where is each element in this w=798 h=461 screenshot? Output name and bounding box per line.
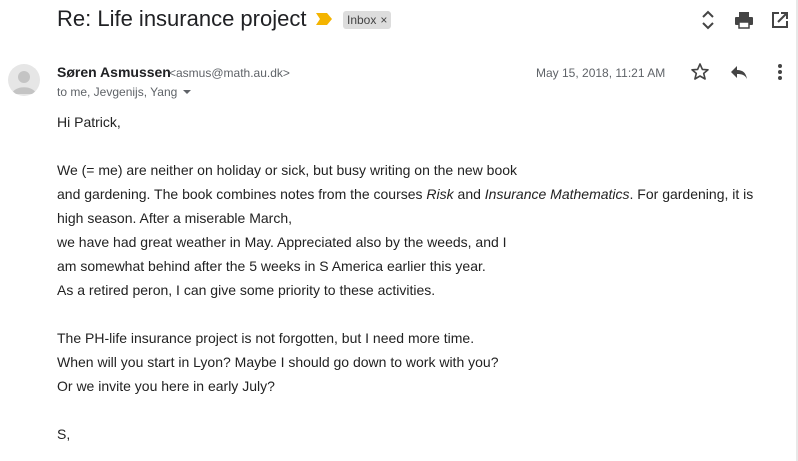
importance-marker-icon[interactable] xyxy=(316,13,332,25)
signoff: S, xyxy=(57,426,71,442)
email-date: May 15, 2018, 11:21 AM xyxy=(536,66,666,80)
reply-icon[interactable] xyxy=(729,62,749,82)
body-text: and gardening. The book combines notes f… xyxy=(57,186,427,202)
avatar-icon xyxy=(12,71,36,94)
body-line: As a retired peron, I can give some prio… xyxy=(57,282,436,298)
sender-name[interactable]: Søren Asmussen xyxy=(57,64,171,80)
expand-collapse-icon[interactable] xyxy=(698,10,718,30)
star-icon[interactable] xyxy=(690,62,710,82)
inbox-label-chip: Inbox × xyxy=(343,11,392,29)
email-subject: Re: Life insurance project xyxy=(57,6,307,31)
body-text: and xyxy=(453,186,485,202)
body-line: we have had great weather in May. Apprec… xyxy=(57,234,507,250)
caret-down-icon[interactable] xyxy=(183,90,192,94)
open-in-new-window-icon[interactable] xyxy=(770,10,790,30)
body-line: The PH-life insurance project is not for… xyxy=(57,330,475,346)
body-line: am somewhat behind after the 5 weeks in … xyxy=(57,258,486,274)
remove-label-icon[interactable]: × xyxy=(380,11,387,29)
recipients: to me, Jevgenijs, Yang xyxy=(57,85,192,99)
course-insurance-mathematics: Insurance Mathematics xyxy=(484,186,630,202)
body-line: When will you start in Lyon? Maybe I sho… xyxy=(57,354,499,370)
avatar[interactable] xyxy=(8,64,40,96)
course-risk: Risk xyxy=(426,186,454,202)
body-line: We (= me) are neither on holiday or sick… xyxy=(57,162,518,178)
recipients-text: to me, Jevgenijs, Yang xyxy=(57,85,178,99)
email-body: Hi Patrick, We (= me) are neither on hol… xyxy=(57,110,777,446)
subject-row: Re: Life insurance project Inbox × xyxy=(0,0,798,40)
print-icon[interactable] xyxy=(734,10,754,30)
greeting: Hi Patrick, xyxy=(57,114,121,130)
sender-email: <asmus@math.au.dk> xyxy=(169,66,290,80)
body-line-wrapped: and gardening. The book combines notes f… xyxy=(57,182,777,230)
label-text: Inbox xyxy=(347,13,377,27)
body-line: Or we invite you here in early July? xyxy=(57,378,275,394)
more-vert-icon[interactable] xyxy=(770,62,790,82)
